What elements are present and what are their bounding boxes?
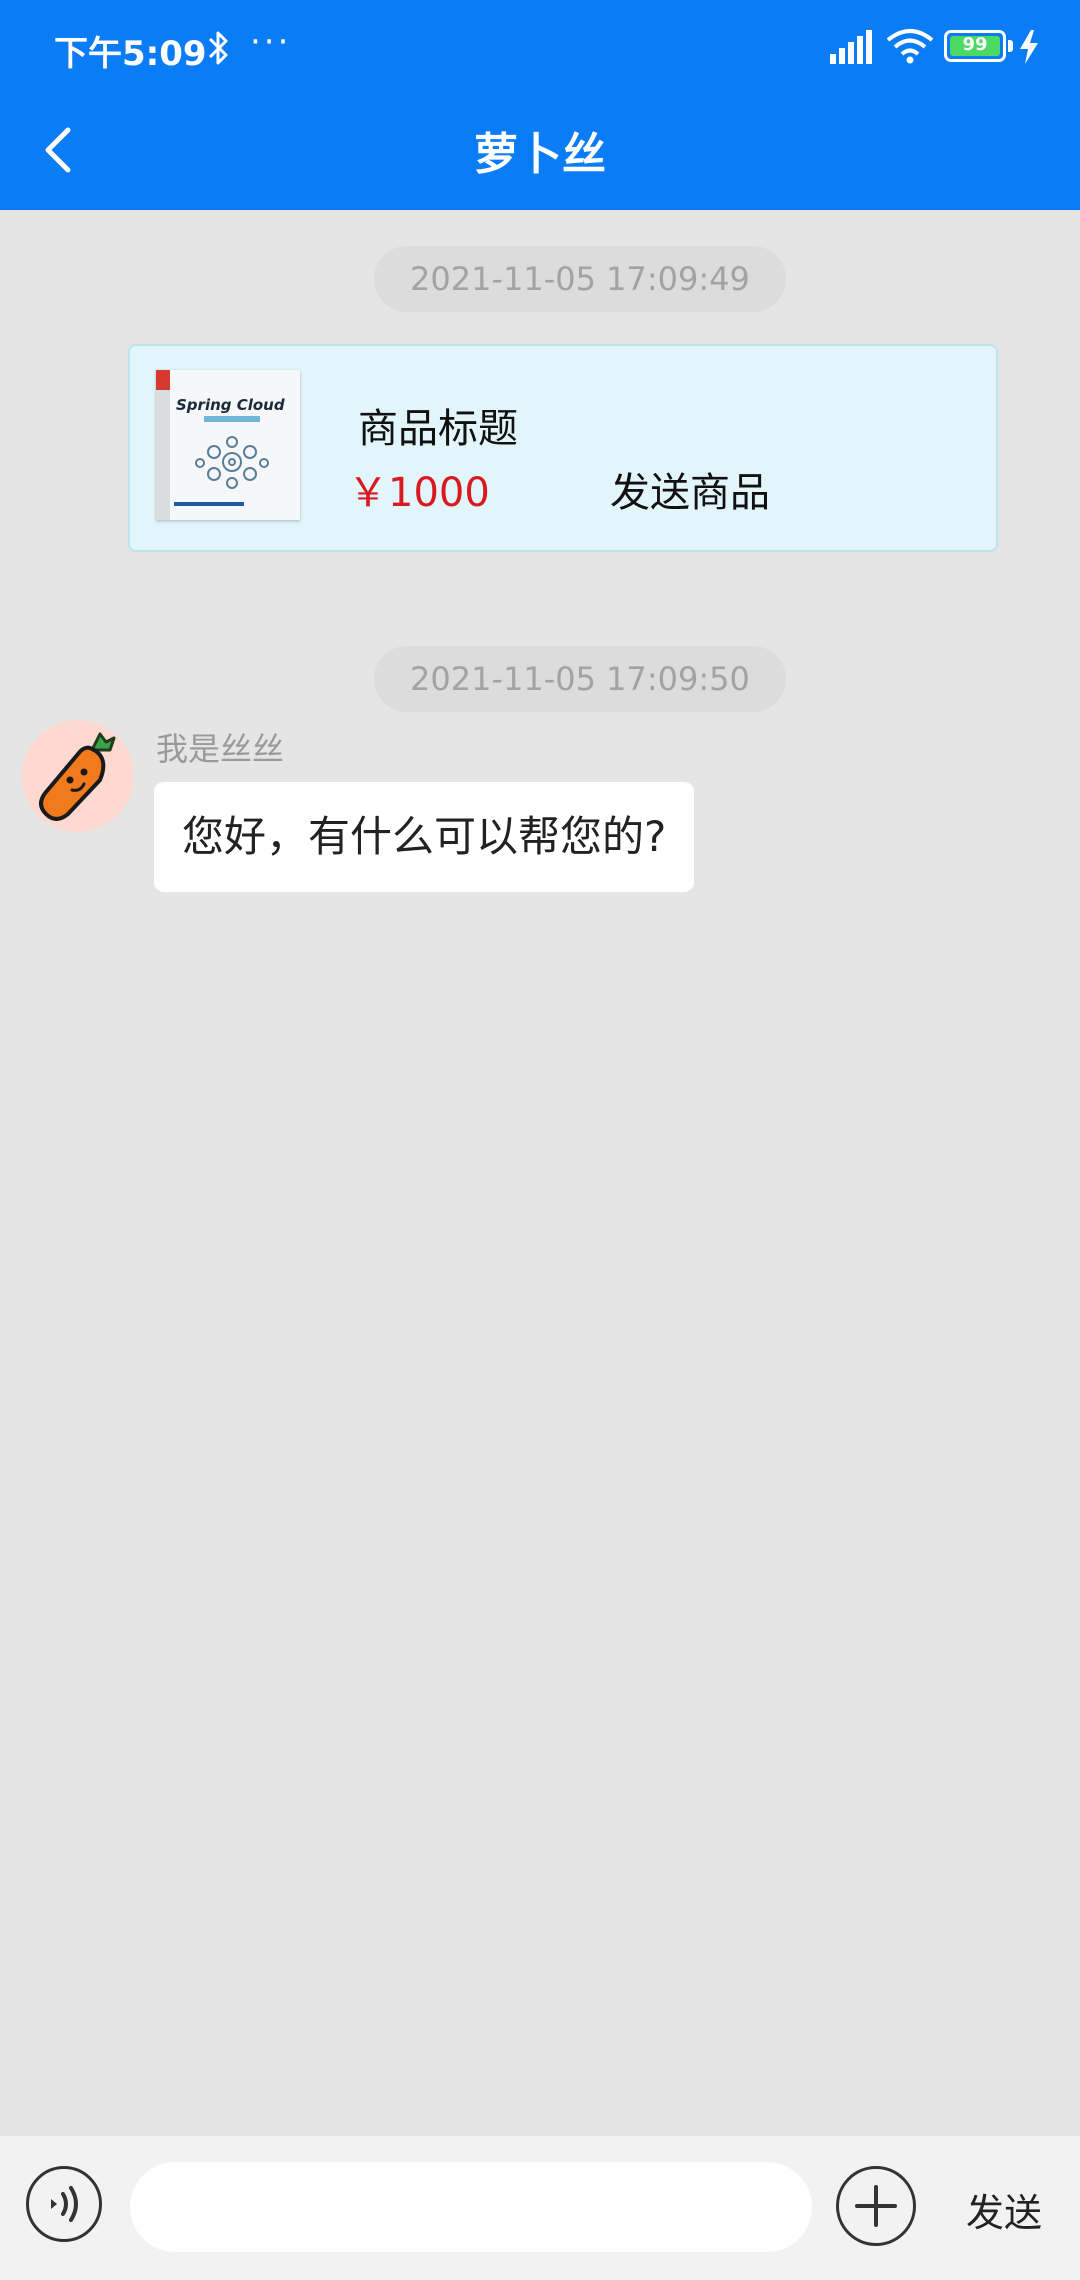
send-product-button[interactable]: 发送商品 [610, 460, 770, 518]
bluetooth-icon [208, 31, 228, 65]
wifi-icon [886, 29, 934, 64]
status-time: 下午5:09 [54, 34, 207, 74]
carrot-icon [39, 732, 116, 821]
message-timestamp: 2021-11-05 17:09:49 [374, 246, 786, 312]
voice-button[interactable] [26, 2166, 102, 2242]
message-timestamp: 2021-11-05 17:09:50 [374, 646, 786, 712]
sender-name: 我是丝丝 [156, 730, 285, 768]
page-title: 萝卜丝 [474, 129, 606, 180]
signal-icon [830, 30, 872, 64]
product-price: ￥1000 [348, 470, 490, 516]
voice-icon [51, 2186, 78, 2222]
more-indicator: ··· [250, 22, 292, 62]
battery-cap [1008, 40, 1013, 52]
battery-icon: 99 [944, 30, 1006, 62]
gears-illustration [195, 436, 269, 489]
status-bar: 下午5:09 ··· 99 [0, 0, 1080, 95]
product-card[interactable]: Spring Cloud 商品标题 ￥1000 发送商品 [128, 344, 998, 552]
message-bubble[interactable]: 您好，有什么可以帮您的? [154, 782, 695, 892]
avatar[interactable] [22, 720, 134, 832]
input-bar: 发送 [0, 2136, 1080, 2280]
send-button[interactable]: 发送 [966, 2182, 1042, 2237]
message-input[interactable] [130, 2162, 812, 2252]
plus-icon [855, 2185, 897, 2227]
battery-level: 99 [962, 34, 988, 55]
product-image: Spring Cloud [156, 370, 300, 520]
product-image-title: Spring Cloud [176, 396, 285, 414]
product-title: 商品标题 [358, 406, 518, 452]
app-header: 下午5:09 ··· 99 萝卜丝 [0, 0, 1080, 210]
plus-button[interactable] [836, 2166, 916, 2246]
charging-icon [1020, 30, 1038, 64]
